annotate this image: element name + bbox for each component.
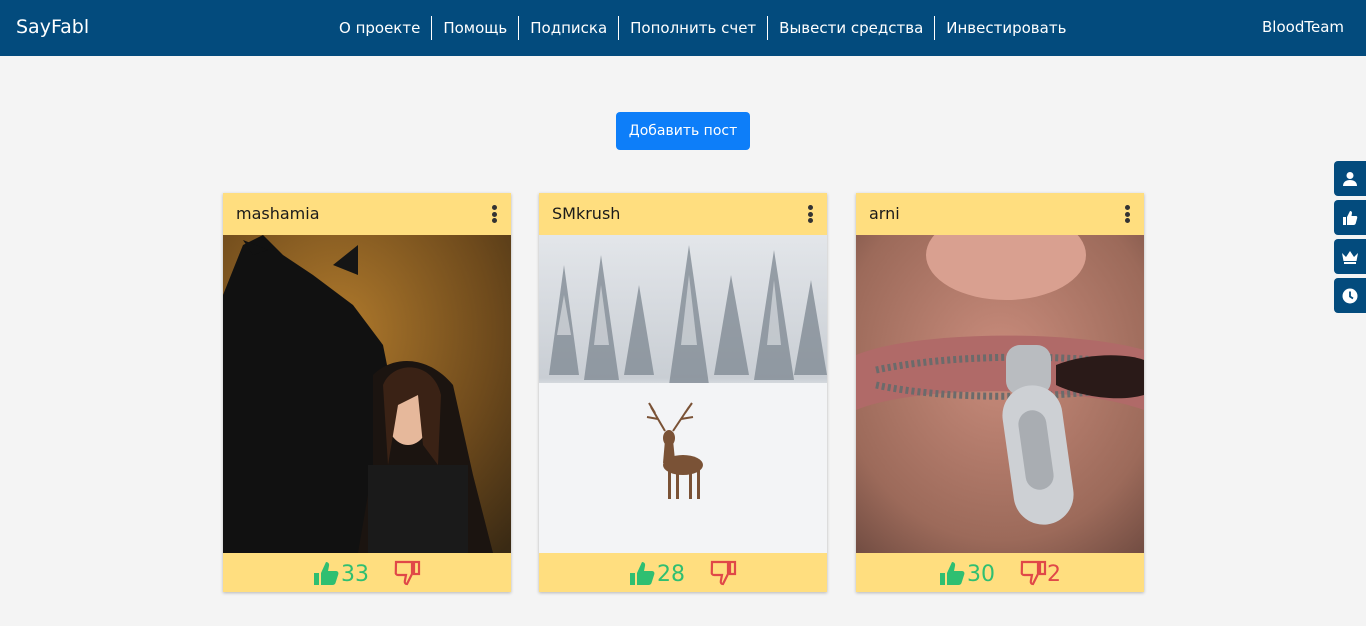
user-icon xyxy=(1343,171,1357,186)
post-image[interactable] xyxy=(223,235,511,553)
top-navbar: SayFabl О проекте Помощь Подписка Пополн… xyxy=(0,0,1366,56)
user-account-name[interactable]: BloodTeam xyxy=(1262,18,1344,36)
card-footer: 30 2 xyxy=(856,553,1144,592)
more-icon[interactable] xyxy=(491,205,497,223)
crown-icon xyxy=(1342,250,1358,264)
nav-top-up[interactable]: Пополнить счет xyxy=(619,16,769,40)
card-footer: 28 xyxy=(539,553,827,592)
dislike-button[interactable] xyxy=(709,559,737,587)
more-icon[interactable] xyxy=(1124,205,1130,223)
nav-about[interactable]: О проекте xyxy=(328,16,433,40)
add-post-button[interactable]: Добавить пост xyxy=(616,112,750,150)
thumbs-down-icon xyxy=(1020,560,1047,585)
like-button[interactable]: 28 xyxy=(629,559,685,587)
dislike-count: 2 xyxy=(1047,561,1061,587)
like-count: 28 xyxy=(657,561,685,587)
nav-help[interactable]: Помощь xyxy=(432,16,520,40)
like-button[interactable]: 33 xyxy=(313,559,369,587)
like-count: 30 xyxy=(967,561,995,587)
history-button[interactable] xyxy=(1334,278,1366,313)
card-header: arni xyxy=(856,193,1144,235)
dislike-button[interactable] xyxy=(393,559,421,587)
nav-withdraw[interactable]: Вывести средства xyxy=(768,16,936,40)
like-count: 33 xyxy=(341,561,369,587)
thumbs-down-icon xyxy=(710,560,737,585)
profile-button[interactable] xyxy=(1334,161,1366,196)
thumbs-down-icon xyxy=(394,560,421,585)
post-card: mashamia 33 xyxy=(223,193,511,592)
nav-subscription[interactable]: Подписка xyxy=(519,16,620,40)
card-footer: 33 xyxy=(223,553,511,592)
post-author[interactable]: mashamia xyxy=(236,204,320,223)
thumbs-up-icon xyxy=(630,561,655,585)
card-header: SMkrush xyxy=(539,193,827,235)
thumbs-up-icon xyxy=(314,561,339,585)
thumbs-up-icon xyxy=(1343,210,1358,225)
post-card: arni 30 2 xyxy=(856,193,1144,592)
nav-invest[interactable]: Инвестировать xyxy=(935,16,1077,40)
thumbs-up-icon xyxy=(940,561,965,585)
rating-button[interactable] xyxy=(1334,239,1366,274)
like-button[interactable]: 30 xyxy=(939,559,995,587)
dislike-button[interactable]: 2 xyxy=(1019,559,1061,587)
brand-logo[interactable]: SayFabl xyxy=(16,16,89,38)
side-toolbar xyxy=(1334,161,1366,317)
clock-icon xyxy=(1342,288,1358,303)
post-author[interactable]: SMkrush xyxy=(552,204,620,223)
post-image[interactable] xyxy=(539,235,827,553)
more-icon[interactable] xyxy=(807,205,813,223)
likes-button[interactable] xyxy=(1334,200,1366,235)
main-nav: О проекте Помощь Подписка Пополнить счет… xyxy=(328,15,1077,41)
post-card: SMkrush 28 xyxy=(539,193,827,592)
post-author[interactable]: arni xyxy=(869,204,900,223)
card-header: mashamia xyxy=(223,193,511,235)
post-image[interactable] xyxy=(856,235,1144,553)
